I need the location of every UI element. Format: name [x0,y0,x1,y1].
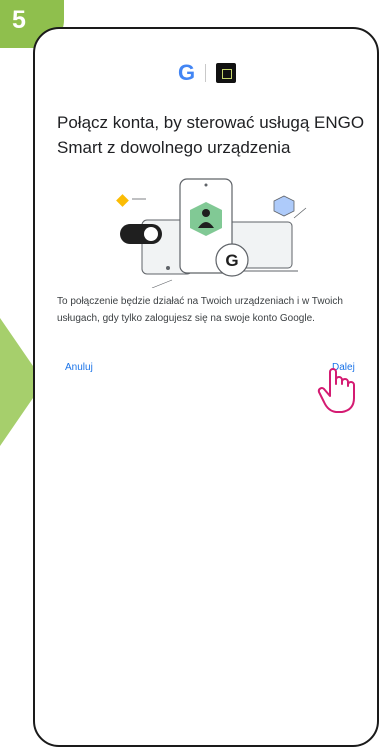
account-link-illustration: G [116,178,307,288]
google-logo-letter: G [178,60,196,85]
cancel-button[interactable]: Anuluj [65,362,93,373]
hand-pointer-icon [317,368,355,413]
svg-text:G: G [225,251,238,270]
dialog-title: Połącz konta, by sterować usługą ENGO Sm… [57,113,365,157]
dialog-description: To połączenie będzie działać na Twoich u… [57,296,343,324]
engo-logo-icon [216,63,237,83]
header-logos: G [178,60,237,86]
step-number: 5 [12,6,26,34]
logo-divider [205,64,207,82]
google-logo-icon: G [178,60,195,86]
